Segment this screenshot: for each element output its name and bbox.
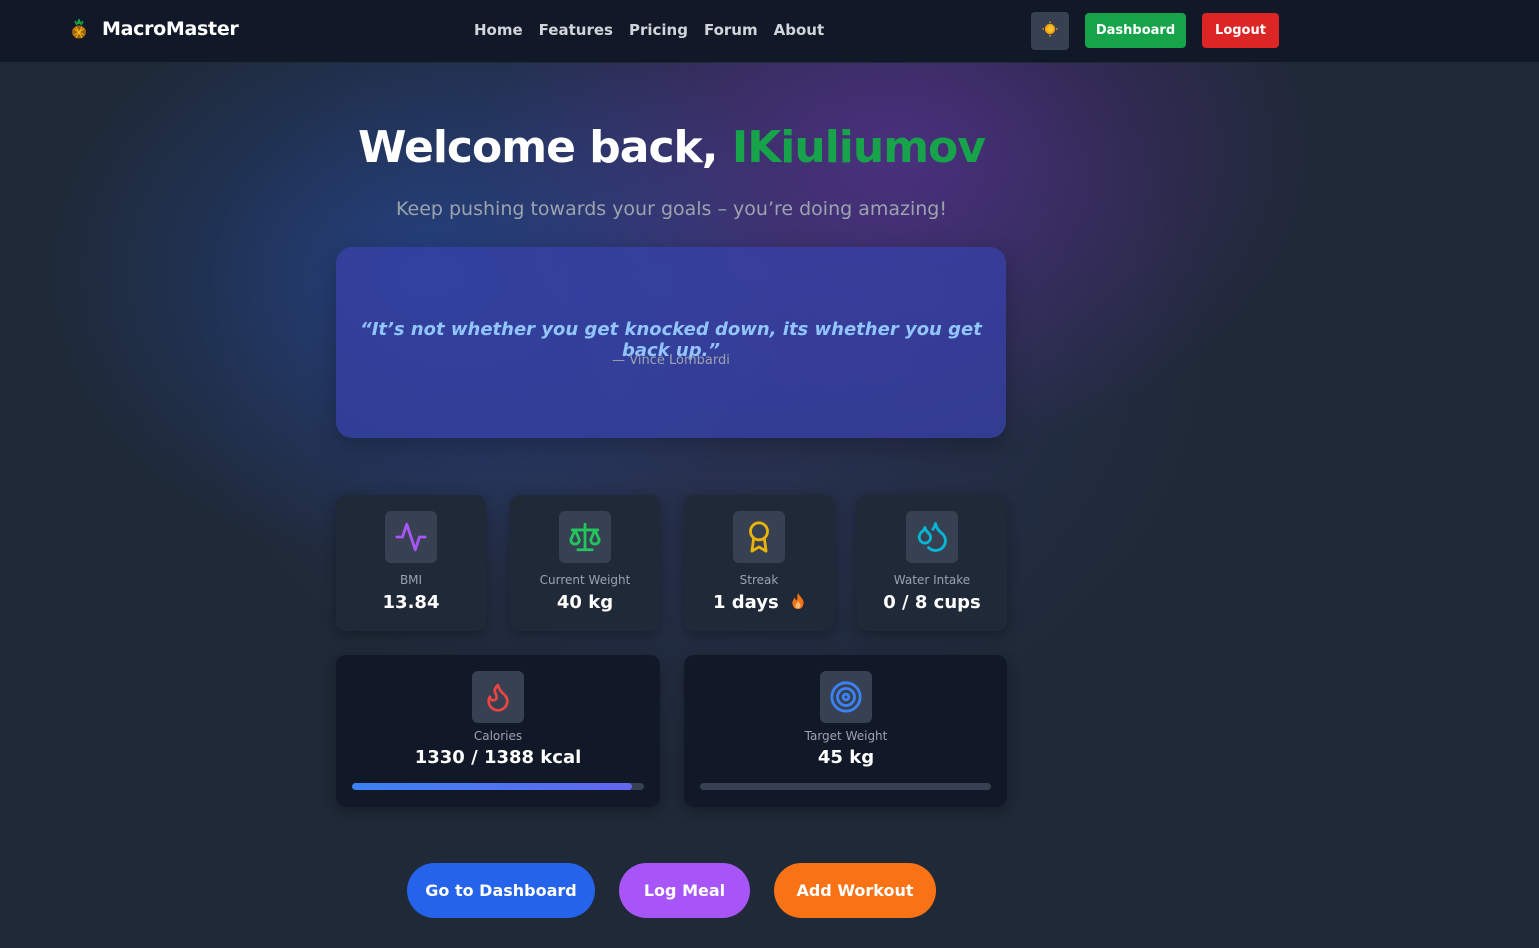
flame-icon — [472, 671, 524, 723]
brand[interactable]: MacroMaster — [68, 18, 239, 40]
pineapple-icon — [68, 18, 90, 40]
nav-forum[interactable]: Forum — [704, 21, 758, 39]
calories-progress-bar — [352, 783, 644, 790]
stat-label: Streak — [739, 573, 779, 587]
stat-value: 13.84 — [382, 592, 440, 613]
stat-label: BMI — [399, 573, 423, 587]
stat-value: 1 days — [684, 592, 834, 615]
quote-author: — Vince Lombardi — [612, 353, 730, 368]
theme-toggle-button[interactable] — [1031, 12, 1069, 50]
stat-card-weight: Current Weight 40 kg — [510, 495, 660, 631]
welcome-prefix: Welcome back, — [358, 122, 718, 173]
stat-value: 40 kg — [556, 592, 614, 613]
dashboard-button[interactable]: Dashboard — [1085, 13, 1186, 48]
target-weight-value: 45 kg — [817, 747, 875, 768]
stat-value: 0 / 8 cups — [883, 592, 981, 613]
calories-label: Calories — [473, 729, 523, 743]
target-icon — [820, 671, 872, 723]
calories-card: Calories 1330 / 1388 kcal — [336, 655, 660, 807]
nav-about[interactable]: About — [774, 21, 825, 39]
scale-icon — [559, 511, 611, 563]
stat-label: Water Intake — [893, 573, 971, 587]
activity-icon — [385, 511, 437, 563]
stat-label: Current Weight — [539, 573, 631, 587]
add-workout-button[interactable]: Add Workout — [774, 863, 936, 918]
sun-icon — [1042, 21, 1058, 41]
username: IKiuliumov — [731, 122, 986, 173]
droplets-icon — [906, 511, 958, 563]
brand-name: MacroMaster — [102, 18, 239, 40]
nav-features[interactable]: Features — [539, 21, 613, 39]
log-meal-button[interactable]: Log Meal — [619, 863, 750, 918]
streak-value: 1 days — [713, 592, 779, 613]
calories-value: 1330 / 1388 kcal — [414, 747, 582, 768]
nav-pricing[interactable]: Pricing — [629, 21, 688, 39]
logout-button[interactable]: Logout — [1202, 13, 1279, 48]
stat-card-bmi: BMI 13.84 — [336, 495, 486, 631]
nav-home[interactable]: Home — [474, 21, 523, 39]
flame-emoji-icon — [791, 592, 805, 615]
target-weight-card: Target Weight 45 kg — [684, 655, 1007, 807]
calories-progress-fill — [352, 783, 632, 790]
stat-card-streak: Streak 1 days — [684, 495, 834, 631]
main-nav: Home Features Pricing Forum About — [474, 21, 824, 39]
motivational-quote-card: “It’s not whether you get knocked down, … — [336, 247, 1006, 438]
top-navbar: MacroMaster Home Features Pricing Forum … — [0, 0, 1539, 63]
target-progress-bar — [700, 783, 991, 790]
go-to-dashboard-button[interactable]: Go to Dashboard — [407, 863, 595, 918]
target-weight-label: Target Weight — [804, 729, 888, 743]
stat-card-water: Water Intake 0 / 8 cups — [857, 495, 1007, 631]
welcome-heading: Welcome back, IKiuliumov — [0, 122, 1343, 173]
welcome-subtitle: Keep pushing towards your goals – you’re… — [396, 198, 947, 220]
award-icon — [733, 511, 785, 563]
